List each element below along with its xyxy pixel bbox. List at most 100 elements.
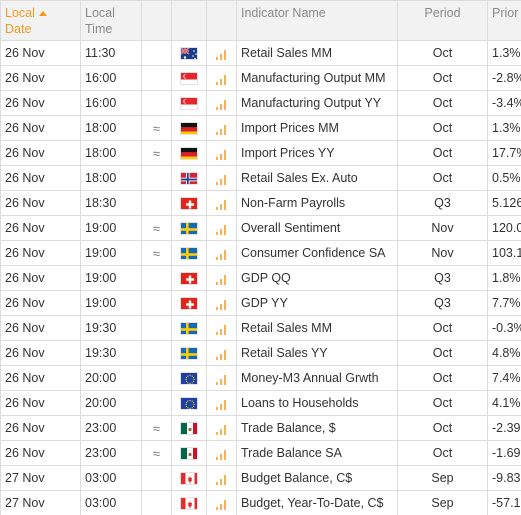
row-date: 26 Nov — [0, 115, 81, 141]
table-row[interactable]: 26 Nov18:30 Non-Farm PayrollsQ35.126M — [0, 190, 521, 216]
row-indicator[interactable]: Manufacturing Output YY — [236, 90, 398, 116]
row-country — [171, 490, 207, 515]
table-row[interactable]: 27 Nov03:00 Budget Balance, C$Sep-9.83B — [0, 465, 521, 491]
row-country — [171, 240, 207, 266]
row-prior: -2.8% — [487, 65, 521, 91]
table-row[interactable]: 26 Nov23:00≈ Trade Balance SAOct-1.697B — [0, 440, 521, 466]
row-period: Oct — [397, 390, 488, 416]
local-date-label-2: Date — [5, 22, 32, 36]
column-header-local-time[interactable]: Local Time — [80, 0, 142, 41]
row-indicator[interactable]: Money-M3 Annual Grwth — [236, 365, 398, 391]
row-period: Q3 — [397, 190, 488, 216]
row-date: 26 Nov — [0, 390, 81, 416]
row-indicator[interactable]: Loans to Households — [236, 390, 398, 416]
row-indicator[interactable]: Retail Sales MM — [236, 315, 398, 341]
row-country — [171, 40, 207, 66]
table-row[interactable]: 26 Nov 16:00 Manufacturing Output YY Oct -3.… — [0, 90, 521, 116]
row-indicator[interactable]: GDP QQ — [236, 265, 398, 291]
volatility-bars-icon — [215, 246, 229, 261]
volatility-bars-icon — [215, 321, 229, 336]
table-row[interactable]: 26 Nov18:00≈ Import Prices YYOct17.7% — [0, 140, 521, 166]
row-prior: -3.4% — [487, 90, 521, 116]
volatility-bars-icon — [215, 471, 229, 486]
row-indicator[interactable]: Trade Balance, $ — [236, 415, 398, 441]
row-time: 19:00 — [80, 265, 142, 291]
column-header-indicator[interactable]: Indicator Name — [236, 0, 398, 41]
row-period: Q3 — [397, 265, 488, 291]
approx-icon — [141, 490, 172, 515]
volatility-bars-icon — [215, 396, 229, 411]
row-period: Oct — [397, 365, 488, 391]
row-volatility — [206, 365, 237, 391]
row-prior: 1.3% — [487, 115, 521, 141]
table-row[interactable]: 26 Nov 11:30 Retail Sales MM Oct 1.3% — [0, 40, 521, 66]
table-row[interactable]: 26 Nov 19:00 GDP YY Q3 7.7% — [0, 290, 521, 316]
table-row[interactable]: 26 Nov 19:00 ≈ Consumer Confidence SA Nov 103… — [0, 240, 521, 266]
row-volatility — [206, 490, 237, 515]
table-row[interactable]: 26 Nov 19:30 Retail Sales YY Oct 4.8% — [0, 340, 521, 366]
local-date-label-1: Local — [5, 6, 35, 20]
volatility-bars-icon — [215, 171, 229, 186]
row-period: Oct — [397, 140, 488, 166]
approx-icon: ≈ — [141, 240, 172, 266]
row-indicator[interactable]: Manufacturing Output MM — [236, 65, 398, 91]
row-prior: -2.398B — [487, 415, 521, 441]
approx-icon — [141, 65, 172, 91]
row-time: 18:00 — [80, 165, 142, 191]
row-volatility — [206, 115, 237, 141]
row-indicator[interactable]: Budget, Year-To-Date, C$ — [236, 490, 398, 515]
row-indicator[interactable]: Budget Balance, C$ — [236, 465, 398, 491]
row-period: Q3 — [397, 290, 488, 316]
row-date: 26 Nov — [0, 415, 81, 441]
table-row[interactable]: 26 Nov 19:00 GDP QQ Q3 1.8% — [0, 265, 521, 291]
row-indicator[interactable]: Import Prices MM — [236, 115, 398, 141]
approx-icon — [141, 365, 172, 391]
sweden-flag-icon — [180, 247, 198, 261]
row-date: 26 Nov — [0, 240, 81, 266]
germany-flag-icon — [180, 147, 198, 161]
table-row[interactable]: 26 Nov 18:00 Retail Sales Ex. Auto Oct 0.5% — [0, 165, 521, 191]
approx-icon — [141, 190, 172, 216]
row-volatility — [206, 315, 237, 341]
row-volatility — [206, 265, 237, 291]
table-row[interactable]: 26 Nov 16:00 Manufacturing Output MM Oct -2.… — [0, 65, 521, 91]
table-row[interactable]: 26 Nov19:30 Retail Sales MMOct-0.3% — [0, 315, 521, 341]
row-country — [171, 265, 207, 291]
table-row[interactable]: 27 Nov 03:00 Budget, Year-To-Date, C$ Sep -5… — [0, 490, 521, 515]
row-volatility — [206, 40, 237, 66]
table-row[interactable]: 26 Nov 18:00 ≈ Import Prices MM Oct 1.3% — [0, 115, 521, 141]
row-time: 20:00 — [80, 365, 142, 391]
row-country — [171, 440, 207, 466]
mexico-flag-icon — [180, 447, 198, 461]
row-country — [171, 140, 207, 166]
row-period: Oct — [397, 415, 488, 441]
approx-icon: ≈ — [141, 140, 172, 166]
row-country — [171, 65, 207, 91]
approx-icon — [141, 465, 172, 491]
row-volatility — [206, 340, 237, 366]
row-date: 26 Nov — [0, 215, 81, 241]
table-row[interactable]: 26 Nov 19:00 ≈ Overall Sentiment Nov 120.0 — [0, 215, 521, 241]
row-date: 26 Nov — [0, 340, 81, 366]
row-time: 19:30 — [80, 315, 142, 341]
column-header-period[interactable]: Period — [397, 0, 488, 41]
volatility-bars-icon — [215, 196, 229, 211]
column-header-local-date[interactable]: Local Date — [0, 0, 81, 41]
row-indicator[interactable]: Retail Sales YY — [236, 340, 398, 366]
row-indicator[interactable]: GDP YY — [236, 290, 398, 316]
row-indicator[interactable]: Import Prices YY — [236, 140, 398, 166]
column-header-prior[interactable]: Prior — [487, 0, 521, 41]
volatility-bars-icon — [215, 96, 229, 111]
row-indicator[interactable]: Consumer Confidence SA — [236, 240, 398, 266]
row-indicator[interactable]: Trade Balance SA — [236, 440, 398, 466]
row-indicator[interactable]: Retail Sales Ex. Auto — [236, 165, 398, 191]
table-row[interactable]: 26 Nov 20:00 Money-M3 Annual Grwth Oct 7.4% — [0, 365, 521, 391]
table-row[interactable]: 26 Nov23:00≈ Trade Balance, $Oct-2.398B — [0, 415, 521, 441]
norway-flag-icon — [180, 172, 198, 186]
table-row[interactable]: 26 Nov 20:00 Loans to Households Oct 4.1% — [0, 390, 521, 416]
row-time: 16:00 — [80, 65, 142, 91]
row-period: Sep — [397, 465, 488, 491]
row-indicator[interactable]: Retail Sales MM — [236, 40, 398, 66]
row-indicator[interactable]: Non-Farm Payrolls — [236, 190, 398, 216]
row-indicator[interactable]: Overall Sentiment — [236, 215, 398, 241]
